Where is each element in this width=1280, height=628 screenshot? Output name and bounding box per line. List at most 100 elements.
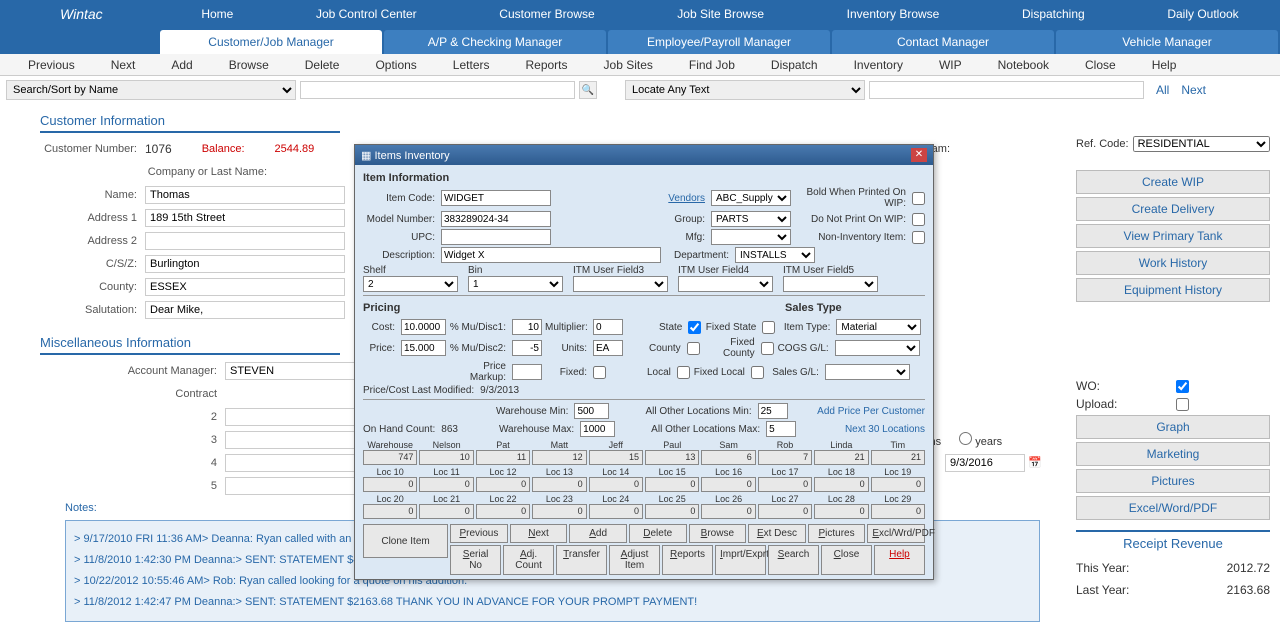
- date-input[interactable]: [945, 454, 1025, 472]
- create-delivery-button[interactable]: Create Delivery: [1076, 197, 1270, 221]
- clone-item-button[interactable]: Clone Item: [363, 524, 448, 558]
- desc-input[interactable]: [441, 247, 661, 263]
- markup-input[interactable]: [512, 364, 542, 380]
- marketing-button[interactable]: Marketing: [1076, 442, 1270, 466]
- menu-help[interactable]: Help: [1134, 58, 1195, 72]
- tab-contact-manager[interactable]: Contact Manager: [832, 30, 1054, 54]
- loc-1-value[interactable]: 10: [419, 450, 473, 465]
- reports-button[interactable]: Reports: [662, 545, 713, 575]
- ext-desc-button[interactable]: Ext Desc: [748, 524, 806, 543]
- work-history-button[interactable]: Work History: [1076, 251, 1270, 275]
- search-button[interactable]: 🔍: [579, 81, 597, 99]
- cogs-select[interactable]: [835, 340, 920, 356]
- vendors-select[interactable]: ABC_Supply: [711, 190, 791, 206]
- menu-options[interactable]: Options: [357, 58, 434, 72]
- menu-inventory[interactable]: Inventory: [836, 58, 921, 72]
- vendors-link[interactable]: Vendors: [668, 193, 708, 204]
- cost-input[interactable]: [401, 319, 446, 335]
- upload-checkbox[interactable]: [1176, 398, 1189, 411]
- loc-25-value[interactable]: 0: [645, 504, 699, 519]
- previous-button[interactable]: Previous: [450, 524, 508, 543]
- bold-checkbox[interactable]: [912, 192, 925, 205]
- loc-11-value[interactable]: 0: [419, 477, 473, 492]
- loc-14-value[interactable]: 0: [589, 477, 643, 492]
- menu-next[interactable]: Next: [93, 58, 154, 72]
- county-checkbox[interactable]: [687, 342, 700, 355]
- loc-21-value[interactable]: 0: [419, 504, 473, 519]
- equipment-history-button[interactable]: Equipment History: [1076, 278, 1270, 302]
- loc-6-value[interactable]: 6: [701, 450, 755, 465]
- tab-vehicle-manager[interactable]: Vehicle Manager: [1056, 30, 1278, 54]
- loc-24-value[interactable]: 0: [589, 504, 643, 519]
- allmin-input[interactable]: [758, 403, 788, 419]
- upc-input[interactable]: [441, 229, 551, 245]
- loc-8-value[interactable]: 21: [814, 450, 868, 465]
- itemtype-select[interactable]: Material: [836, 319, 921, 335]
- tab-customer-job-manager[interactable]: Customer/Job Manager: [160, 30, 382, 54]
- loc-0-value[interactable]: 747: [363, 450, 417, 465]
- tab-a-p-&-checking-manager[interactable]: A/P & Checking Manager: [384, 30, 606, 54]
- loc-13-value[interactable]: 0: [532, 477, 586, 492]
- loc-22-value[interactable]: 0: [476, 504, 530, 519]
- topnav-dispatching[interactable]: Dispatching: [1012, 1, 1095, 27]
- mfg-select[interactable]: [711, 229, 791, 245]
- adjust-item-button[interactable]: Adjust Item: [609, 545, 660, 575]
- close-button[interactable]: Close: [821, 545, 872, 575]
- excel-word-pdf-button[interactable]: Excel/Word/PDF: [1076, 496, 1270, 520]
- all-link[interactable]: All: [1156, 83, 1169, 97]
- menu-add[interactable]: Add: [153, 58, 210, 72]
- name-input[interactable]: [145, 186, 345, 204]
- loc-20-value[interactable]: 0: [363, 504, 417, 519]
- salutation-input[interactable]: [145, 301, 345, 319]
- csz-input[interactable]: [145, 255, 345, 273]
- sort-by-select[interactable]: Search/Sort by Name: [6, 80, 296, 100]
- bin-select[interactable]: 1: [468, 276, 563, 292]
- units-input[interactable]: [593, 340, 623, 356]
- uf5-select[interactable]: [783, 276, 878, 292]
- help-button[interactable]: Help: [874, 545, 925, 575]
- menu-delete[interactable]: Delete: [287, 58, 358, 72]
- loc-19-value[interactable]: 0: [871, 477, 925, 492]
- tab-employee-payroll-manager[interactable]: Employee/Payroll Manager: [608, 30, 830, 54]
- create-wip-button[interactable]: Create WIP: [1076, 170, 1270, 194]
- mu1-input[interactable]: [512, 319, 542, 335]
- dialog-titlebar[interactable]: ▦ Items Inventory ✕: [355, 145, 933, 165]
- menu-letters[interactable]: Letters: [435, 58, 508, 72]
- loc-4-value[interactable]: 15: [589, 450, 643, 465]
- loc-2-value[interactable]: 11: [476, 450, 530, 465]
- mult-input[interactable]: [593, 319, 623, 335]
- loc-12-value[interactable]: 0: [476, 477, 530, 492]
- fcounty-checkbox[interactable]: [761, 342, 774, 355]
- search-input[interactable]: [300, 81, 575, 99]
- mu2-input[interactable]: [512, 340, 542, 356]
- loc-18-value[interactable]: 0: [814, 477, 868, 492]
- topnav-job-control-center[interactable]: Job Control Center: [306, 1, 427, 27]
- dept-select[interactable]: INSTALLS: [735, 247, 815, 263]
- next-link[interactable]: Next: [1181, 83, 1206, 97]
- local-checkbox[interactable]: [677, 366, 690, 379]
- menu-wip[interactable]: WIP: [921, 58, 980, 72]
- imprt-exprt-button[interactable]: Imprt/Exprt: [715, 545, 766, 575]
- loc-10-value[interactable]: 0: [363, 477, 417, 492]
- loc-17-value[interactable]: 0: [758, 477, 812, 492]
- menu-browse[interactable]: Browse: [211, 58, 287, 72]
- add-button[interactable]: Add: [569, 524, 627, 543]
- addr1-input[interactable]: [145, 209, 345, 227]
- loc-3-value[interactable]: 12: [532, 450, 586, 465]
- refcode-select[interactable]: RESIDENTIAL: [1133, 136, 1270, 152]
- browse-button[interactable]: Browse: [689, 524, 747, 543]
- calendar-icon[interactable]: 📅: [1028, 457, 1042, 469]
- price-input[interactable]: [401, 340, 446, 356]
- serial-no-button[interactable]: Serial No: [450, 545, 501, 575]
- shelf-select[interactable]: 2: [363, 276, 458, 292]
- item-code-input[interactable]: [441, 190, 551, 206]
- loc-27-value[interactable]: 0: [758, 504, 812, 519]
- loc-5-value[interactable]: 13: [645, 450, 699, 465]
- topnav-customer-browse[interactable]: Customer Browse: [489, 1, 604, 27]
- noprint-checkbox[interactable]: [912, 213, 925, 226]
- delete-button[interactable]: Delete: [629, 524, 687, 543]
- group-select[interactable]: PARTS: [711, 211, 791, 227]
- menu-reports[interactable]: Reports: [507, 58, 585, 72]
- loc-29-value[interactable]: 0: [871, 504, 925, 519]
- uf4-select[interactable]: [678, 276, 773, 292]
